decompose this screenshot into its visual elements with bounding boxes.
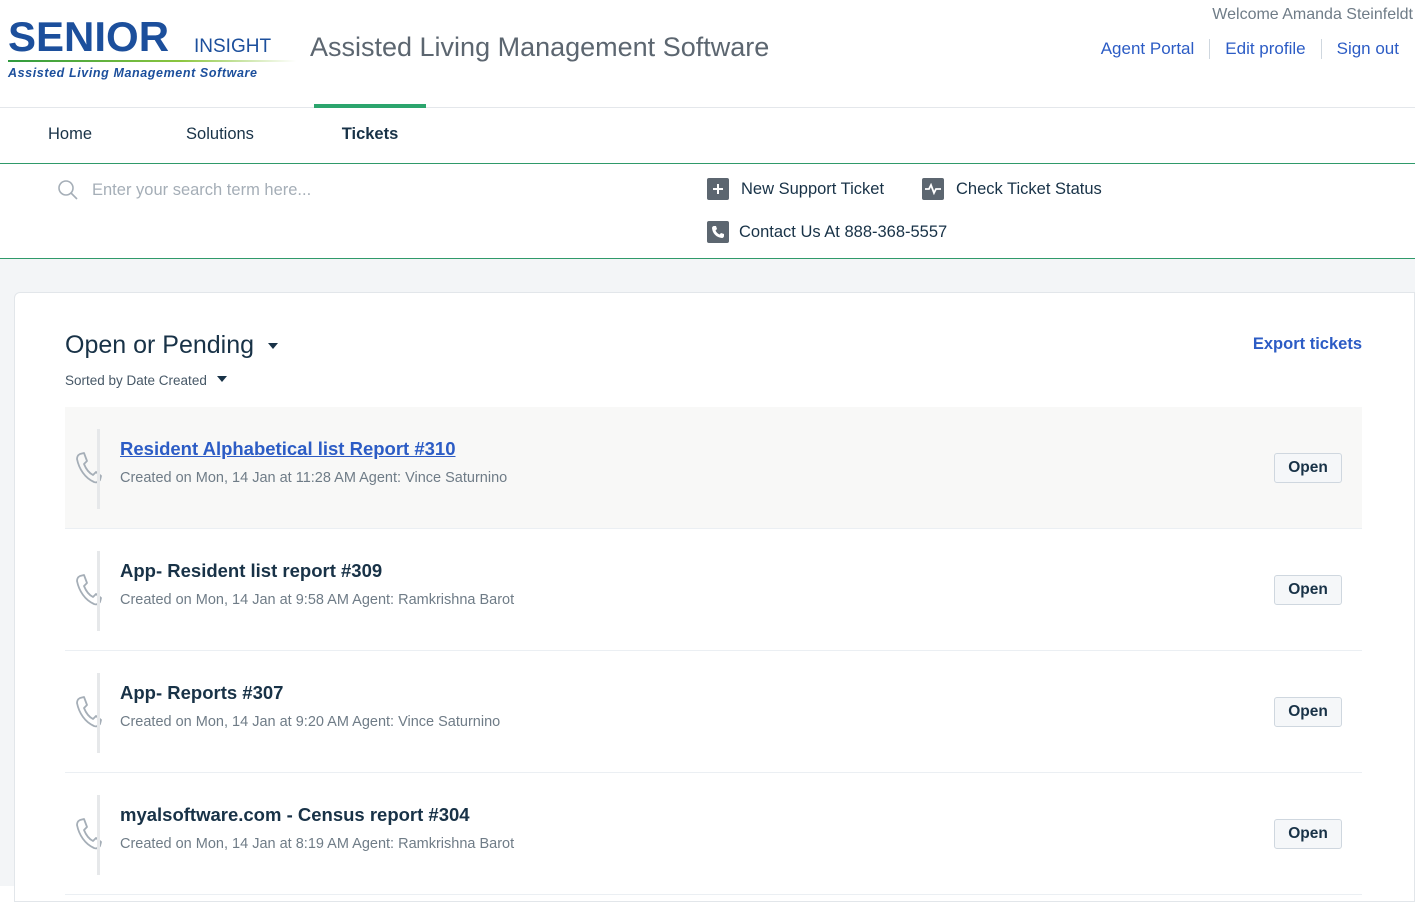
edit-profile-link[interactable]: Edit profile — [1225, 39, 1305, 59]
ticket-row[interactable]: Resident Alphabetical list Report #310 C… — [65, 407, 1362, 529]
chevron-down-icon — [268, 342, 279, 349]
search-input[interactable] — [92, 174, 592, 206]
top-links: Agent Portal Edit profile Sign out — [1101, 39, 1399, 59]
search-icon — [57, 179, 79, 201]
phone-icon — [707, 221, 729, 243]
sign-out-link[interactable]: Sign out — [1337, 39, 1399, 59]
row-divider — [97, 673, 100, 753]
ticket-row[interactable]: App- Resident list report #309 Created o… — [65, 529, 1362, 651]
status-badge: Open — [1274, 697, 1342, 727]
welcome-text: Welcome Amanda Steinfeldt — [1212, 6, 1413, 23]
ticket-meta: Created on Mon, 14 Jan at 9:58 AM Agent:… — [120, 592, 515, 608]
new-support-ticket-label: New Support Ticket — [741, 179, 885, 198]
link-divider — [1209, 39, 1211, 59]
ticket-title[interactable]: myalsoftware.com - Census report #304 — [120, 804, 470, 826]
ticket-row[interactable]: App- Reports #307 Created on Mon, 14 Jan… — [65, 651, 1362, 773]
ticket-list: Resident Alphabetical list Report #310 C… — [65, 407, 1362, 895]
search-bar-row: New Support Ticket Check Ticket Status C… — [0, 164, 1415, 259]
app-title: Assisted Living Management Software — [310, 32, 770, 62]
tickets-card: Open or Pending Sorted by Date Created E… — [14, 292, 1415, 902]
check-ticket-status-label: Check Ticket Status — [956, 179, 1102, 198]
ticket-title[interactable]: App- Resident list report #309 — [120, 560, 382, 582]
ticket-title[interactable]: Resident Alphabetical list Report #310 — [120, 438, 456, 460]
header: SENIOR INSIGHT Assisted Living Managemen… — [0, 0, 1415, 108]
new-support-ticket-button[interactable]: New Support Ticket — [707, 178, 884, 200]
logo-insight-text: INSIGHT — [194, 36, 272, 57]
tab-solutions[interactable]: Solutions — [172, 108, 268, 163]
link-divider — [1320, 39, 1322, 59]
contact-us-link[interactable]: Contact Us At 888-368-5557 — [707, 221, 947, 243]
senior-insight-logo[interactable]: SENIOR INSIGHT Assisted Living Managemen… — [8, 14, 298, 86]
ticket-row[interactable]: myalsoftware.com - Census report #304 Cr… — [65, 773, 1362, 895]
row-divider — [97, 551, 100, 631]
chevron-down-icon — [216, 375, 227, 382]
tab-tickets[interactable]: Tickets — [314, 104, 426, 163]
logo-tagline: Assisted Living Management Software — [8, 66, 258, 80]
status-badge: Open — [1274, 575, 1342, 605]
status-badge: Open — [1274, 819, 1342, 849]
tab-home[interactable]: Home — [34, 108, 106, 163]
ticket-title[interactable]: App- Reports #307 — [120, 682, 283, 704]
sort-dropdown[interactable]: Sorted by Date Created — [65, 373, 227, 388]
plus-icon — [707, 178, 729, 200]
ticket-meta: Created on Mon, 14 Jan at 11:28 AM Agent… — [120, 470, 508, 486]
ticket-filter-dropdown[interactable]: Open or Pending — [65, 331, 279, 360]
sort-label: Sorted by Date Created — [65, 373, 207, 388]
agent-portal-link[interactable]: Agent Portal — [1101, 39, 1195, 59]
ticket-meta: Created on Mon, 14 Jan at 8:19 AM Agent:… — [120, 836, 515, 852]
row-divider — [97, 795, 100, 875]
logo-underline — [8, 60, 296, 62]
check-ticket-status-button[interactable]: Check Ticket Status — [922, 178, 1102, 200]
ticket-meta: Created on Mon, 14 Jan at 9:20 AM Agent:… — [120, 714, 501, 730]
row-divider — [97, 429, 100, 509]
logo-main-text: SENIOR — [8, 13, 170, 60]
export-tickets-link[interactable]: Export tickets — [1253, 335, 1362, 354]
main-nav: Home Solutions Tickets — [0, 104, 1415, 164]
pulse-icon — [922, 178, 944, 200]
contact-us-label: Contact Us At 888-368-5557 — [739, 222, 948, 241]
status-badge: Open — [1274, 453, 1342, 483]
ticket-filter-label: Open or Pending — [65, 331, 255, 359]
